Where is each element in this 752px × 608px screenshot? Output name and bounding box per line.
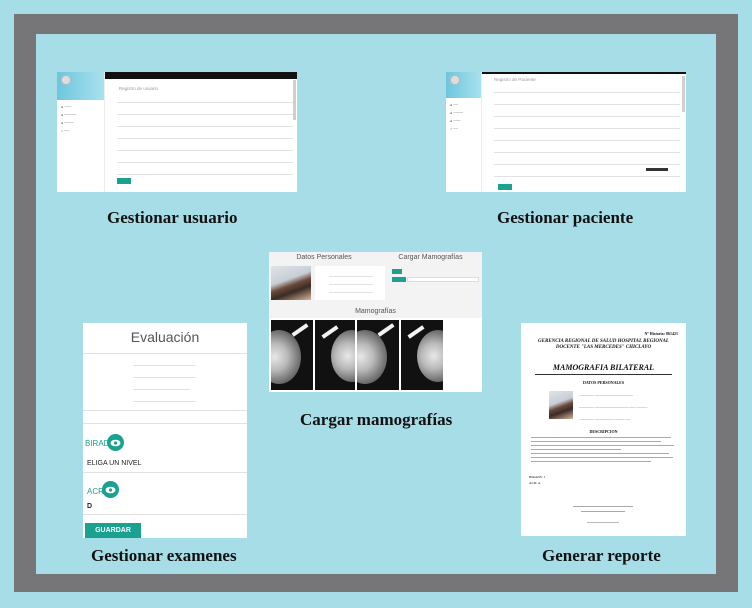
- historia-number: Nº Historia: 861421: [644, 331, 678, 336]
- form-field[interactable]: [83, 410, 247, 411]
- sidebar-item: ● ──: [450, 103, 459, 107]
- mamografia-item[interactable]: ──────────────────────: [133, 363, 195, 368]
- usuario-form-title: Registro de usuario: [119, 86, 159, 91]
- scrollbar[interactable]: [293, 80, 296, 120]
- patient-photo: [549, 391, 573, 419]
- acr-value[interactable]: D: [87, 503, 92, 510]
- file-input[interactable]: [407, 277, 479, 282]
- mamografia-item[interactable]: ────────────────────: [133, 387, 190, 392]
- card-field: [329, 276, 373, 277]
- examenes-screenshot: Evaluación ────────────────────── ──────…: [83, 323, 247, 538]
- caption-generar-reporte: Generar reporte: [542, 546, 661, 565]
- divider: [83, 353, 247, 354]
- sidebar-item: ● ────: [450, 111, 464, 115]
- form-field[interactable]: [117, 174, 293, 175]
- sidebar-item: ● ─────: [61, 113, 77, 117]
- datos-personales-heading: Datos Personales: [296, 254, 352, 261]
- form-field[interactable]: [494, 164, 680, 165]
- caption-cargar-mamografias: Cargar mamografías: [300, 410, 453, 429]
- mamografia-item[interactable]: ──────────────────────: [133, 399, 195, 404]
- mamografia-item[interactable]: ──────────────────────: [133, 375, 195, 380]
- form-field[interactable]: [494, 152, 680, 153]
- form-field[interactable]: [117, 162, 293, 163]
- avatar: [450, 75, 460, 85]
- patient-field: ─────── ───────── ───── ──: [579, 417, 631, 421]
- evaluacion-title: Evaluación: [130, 329, 200, 345]
- select-file-button[interactable]: [392, 269, 402, 274]
- usuario-topbar: [105, 72, 297, 79]
- description-text: [531, 437, 676, 465]
- guardar-button[interactable]: GUARDAR: [85, 523, 141, 538]
- form-field[interactable]: [494, 92, 680, 93]
- form-field[interactable]: [117, 114, 293, 115]
- report-title: MAMOGRAFIA BILATERAL: [552, 363, 655, 372]
- usuario-sidebar: ● ─── ● ───── ● ──── ○ ──: [57, 72, 105, 192]
- divider: [83, 472, 247, 473]
- sidebar-item: ● ────: [61, 121, 75, 125]
- form-field[interactable]: [494, 104, 680, 105]
- mammogram-image: [401, 320, 443, 390]
- register-button[interactable]: [117, 178, 131, 184]
- caption-gestionar-paciente: Gestionar paciente: [497, 208, 634, 227]
- form-field[interactable]: [494, 116, 680, 117]
- patient-photo: [271, 266, 311, 300]
- birads-value[interactable]: ELIGA UN NIVEL: [87, 460, 141, 467]
- birads-result: BIRADS: 1: [529, 475, 546, 479]
- scrollbar[interactable]: [682, 76, 685, 112]
- caption-gestionar-usuario: Gestionar usuario: [107, 208, 238, 227]
- avatar: [61, 75, 71, 85]
- form-field[interactable]: [494, 176, 680, 177]
- mammogram-image: [315, 320, 355, 390]
- eye-icon[interactable]: [107, 434, 124, 451]
- signature-line: [581, 511, 625, 512]
- form-field[interactable]: [494, 140, 680, 141]
- personal-info-card: [315, 266, 385, 300]
- mammogram-image: [357, 320, 399, 390]
- signature-line: [573, 506, 633, 507]
- sidebar-item: ○ ──: [450, 127, 459, 131]
- usuario-screenshot: ● ─── ● ───── ● ──── ○ ── Registro de us…: [57, 72, 297, 192]
- paciente-screenshot: ● ── ● ──── ● ─── ○ ── Registro de Pacie…: [446, 72, 686, 192]
- cargar-mamografias-heading: Cargar Mamografías: [398, 254, 463, 261]
- paciente-topbar: [482, 72, 686, 74]
- patient-field: ─────── ──────────────── ─── ─────: [579, 405, 648, 409]
- acr-result: ACR: A: [529, 481, 541, 485]
- form-field[interactable]: [117, 126, 293, 127]
- reporte-screenshot: Nº Historia: 861421 GERENCIA REGIONAL DE…: [521, 323, 686, 536]
- form-field[interactable]: [83, 423, 247, 424]
- sidebar-item: ● ───: [450, 119, 461, 123]
- sidebar-item: ○ ──: [61, 129, 70, 133]
- descripcion-heading: DESCRIPCION: [589, 429, 618, 434]
- mammogram-image: [271, 320, 313, 390]
- datos-personales-heading: DATOS PERSONALES: [582, 380, 625, 385]
- register-button[interactable]: [498, 184, 512, 190]
- report-header: GERENCIA REGIONAL DE SALUD HOSPITAL REGI…: [538, 339, 669, 350]
- caption-gestionar-examenes: Gestionar examenes: [91, 546, 237, 565]
- eye-icon[interactable]: [102, 481, 119, 498]
- mamografias-heading: Mamografías: [355, 308, 396, 315]
- form-field[interactable]: [117, 138, 293, 139]
- divider: [83, 514, 247, 515]
- paciente-sidebar: ● ── ● ──── ● ─── ○ ──: [446, 72, 482, 192]
- date-picker[interactable]: [646, 168, 668, 171]
- form-field[interactable]: [117, 150, 293, 151]
- form-field[interactable]: [494, 128, 680, 129]
- cargar-screenshot: Datos Personales Cargar Mamografías Mamo…: [269, 252, 482, 392]
- card-field: [329, 292, 373, 293]
- card-field: [329, 284, 373, 285]
- form-field[interactable]: [117, 102, 293, 103]
- upload-button[interactable]: [392, 277, 406, 282]
- sidebar-item: ● ───: [61, 105, 72, 109]
- signature-line: [587, 522, 619, 523]
- patient-field: ─────── ──────────────────: [579, 393, 633, 397]
- divider: [535, 374, 672, 375]
- paciente-form-title: Registro de Paciente: [494, 77, 536, 82]
